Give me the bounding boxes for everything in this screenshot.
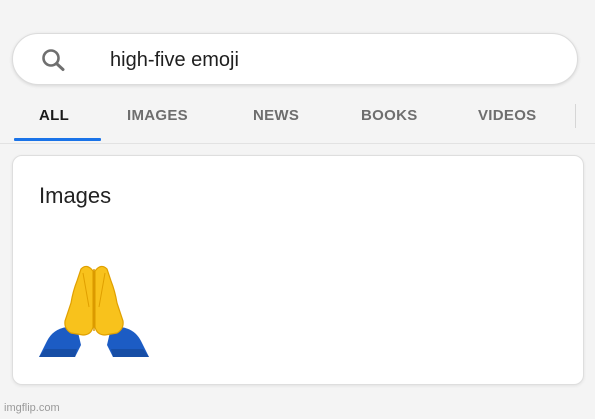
active-tab-indicator	[14, 138, 101, 141]
images-heading: Images	[39, 183, 112, 208]
tabs-edge-divider	[575, 104, 576, 128]
tab-images[interactable]: IMAGES	[127, 107, 188, 124]
tab-books[interactable]: BOOKS	[361, 107, 418, 124]
search-input[interactable]: high-five emoji	[110, 47, 239, 73]
tabs-divider	[0, 143, 595, 144]
tab-videos[interactable]: VIDEOS	[478, 107, 536, 124]
search-tabs: ALL IMAGES NEWS BOOKS VIDEOS	[0, 93, 595, 143]
praying-hands-icon[interactable]	[37, 261, 151, 357]
images-card: Images	[12, 155, 584, 385]
tab-all[interactable]: ALL	[39, 107, 69, 124]
search-icon[interactable]	[40, 47, 70, 73]
search-bar[interactable]: high-five emoji	[12, 33, 578, 85]
watermark: imgflip.com	[4, 402, 60, 414]
tab-news[interactable]: NEWS	[253, 107, 299, 124]
